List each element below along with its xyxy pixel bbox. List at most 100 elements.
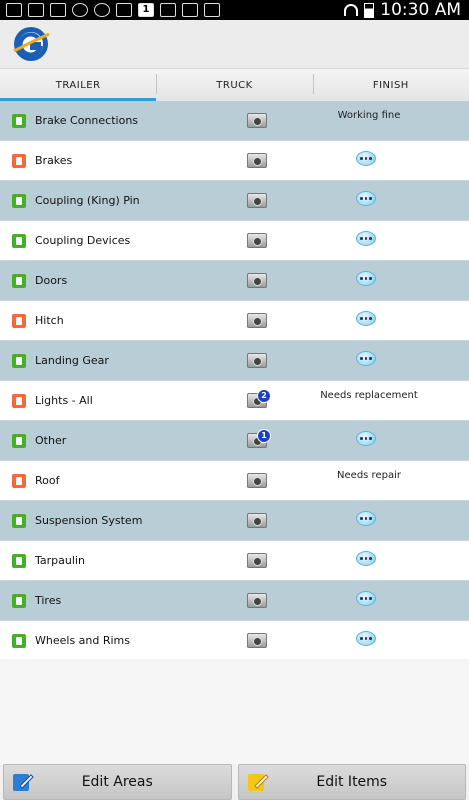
thumbs-up-icon[interactable] <box>12 193 26 208</box>
list-item[interactable]: Landing Gear <box>0 341 469 381</box>
tab-truck[interactable]: TRUCK <box>156 69 312 102</box>
camera-icon[interactable] <box>247 553 267 568</box>
list-item[interactable]: Lights - All 2 Needs replacement <box>0 381 469 421</box>
item-label: Hitch <box>35 314 64 327</box>
list-item[interactable]: Tarpaulin <box>0 541 469 581</box>
edit-areas-label: Edit Areas <box>81 774 153 790</box>
edit-areas-button[interactable]: Edit Areas <box>3 764 232 800</box>
comment-dot <box>364 157 368 160</box>
list-item[interactable]: Coupling (King) Pin <box>0 181 469 221</box>
thumbs-up-icon[interactable] <box>12 633 26 648</box>
thumbs-down-icon[interactable] <box>12 153 26 168</box>
comment-icon[interactable] <box>356 191 376 206</box>
thumbs-up-icon[interactable] <box>12 273 26 288</box>
comment-icon[interactable] <box>356 271 376 286</box>
comment-icon[interactable] <box>356 311 376 326</box>
item-label: Brake Connections <box>35 114 139 127</box>
item-label: Brakes <box>35 154 73 167</box>
camera-icon[interactable] <box>247 353 267 368</box>
comment-icon[interactable] <box>356 231 376 246</box>
list-item[interactable]: Brake Connections Working fine <box>0 101 469 141</box>
app-icon <box>72 3 88 17</box>
thumbs-up-icon[interactable] <box>12 513 26 528</box>
thumbs-up-icon[interactable] <box>12 113 26 128</box>
thumb-glyph <box>16 396 22 405</box>
comment-dot <box>364 557 368 560</box>
camera-icon[interactable] <box>247 193 267 208</box>
item-label: Other <box>35 434 67 447</box>
photo-count-badge: 1 <box>257 429 271 443</box>
list-item[interactable]: Coupling Devices <box>0 221 469 261</box>
comment-dot <box>360 237 363 240</box>
thumb-glyph <box>16 116 22 125</box>
comment-icon[interactable] <box>356 151 376 166</box>
comment-dot <box>369 237 372 240</box>
list-item[interactable]: Roof Needs repair <box>0 461 469 501</box>
thumb-glyph <box>16 276 22 285</box>
thumbs-up-icon[interactable] <box>12 553 26 568</box>
list-item[interactable]: Wheels and Rims <box>0 621 469 661</box>
comment-icon[interactable] <box>356 511 376 526</box>
comment-dot <box>360 317 363 320</box>
camera-icon[interactable] <box>247 513 267 528</box>
list-item[interactable]: Suspension System <box>0 501 469 541</box>
thumb-glyph <box>16 196 22 205</box>
item-note[interactable]: Needs replacement <box>300 390 438 401</box>
edit-items-button[interactable]: Edit Items <box>237 764 466 800</box>
tab-trailer[interactable]: TRAILER <box>0 69 157 102</box>
list-item[interactable]: Other 1 <box>0 421 469 461</box>
comment-icon[interactable] <box>356 431 376 446</box>
camera-icon[interactable] <box>247 593 267 608</box>
bottom-toolbar: Edit Areas Edit Items <box>0 764 469 800</box>
list-item[interactable]: Tires <box>0 581 469 621</box>
list-item[interactable]: Brakes <box>0 141 469 181</box>
comment-dot <box>369 517 372 520</box>
thumbs-up-icon[interactable] <box>12 353 26 368</box>
thumbs-up-icon[interactable] <box>12 433 26 448</box>
comment-dot <box>360 357 363 360</box>
item-note[interactable]: Working fine <box>300 110 438 121</box>
thumb-glyph <box>16 596 22 605</box>
camera-icon[interactable] <box>247 233 267 248</box>
tab-bar: TRAILER TRUCK FINISH <box>0 68 469 102</box>
camera-icon[interactable] <box>247 473 267 488</box>
thumb-glyph <box>16 636 22 645</box>
thumbs-up-icon[interactable] <box>12 233 26 248</box>
comment-dot <box>369 637 372 640</box>
comment-icon[interactable] <box>356 551 376 566</box>
thumb-glyph <box>16 236 22 245</box>
camera-icon[interactable] <box>247 113 267 128</box>
item-label: Tires <box>35 594 62 607</box>
thumbs-down-icon[interactable] <box>12 313 26 328</box>
list-item[interactable]: Hitch <box>0 301 469 341</box>
camera-icon[interactable] <box>247 153 267 168</box>
clipboard-icon <box>204 3 220 17</box>
thumb-glyph <box>16 156 22 165</box>
camera-icon[interactable] <box>247 633 267 648</box>
camera-icon[interactable] <box>247 313 267 328</box>
comment-icon[interactable] <box>356 631 376 646</box>
edit-items-icon <box>247 774 269 791</box>
comment-dot <box>364 437 368 440</box>
comment-dot <box>360 437 363 440</box>
thumbs-down-icon[interactable] <box>12 473 26 488</box>
comment-dot <box>360 557 363 560</box>
empty-area <box>0 659 469 764</box>
usb-icon <box>160 3 176 17</box>
list-item[interactable]: Doors <box>0 261 469 301</box>
tab-finish[interactable]: FINISH <box>312 69 469 102</box>
thumbs-down-icon[interactable] <box>12 393 26 408</box>
edit-areas-icon <box>13 774 34 791</box>
comment-icon[interactable] <box>356 591 376 606</box>
thumbs-up-icon[interactable] <box>12 593 26 608</box>
clock: 10:30 AM <box>380 0 461 20</box>
comment-icon[interactable] <box>356 351 376 366</box>
thumb-glyph <box>16 356 22 365</box>
item-label: Doors <box>35 274 68 287</box>
camera-icon[interactable] <box>247 273 267 288</box>
item-label: Tarpaulin <box>35 554 85 567</box>
battery-icon <box>364 2 375 18</box>
thumb-glyph <box>16 476 22 485</box>
item-note[interactable]: Needs repair <box>300 470 438 481</box>
app-logo-icon[interactable] <box>11 24 51 64</box>
